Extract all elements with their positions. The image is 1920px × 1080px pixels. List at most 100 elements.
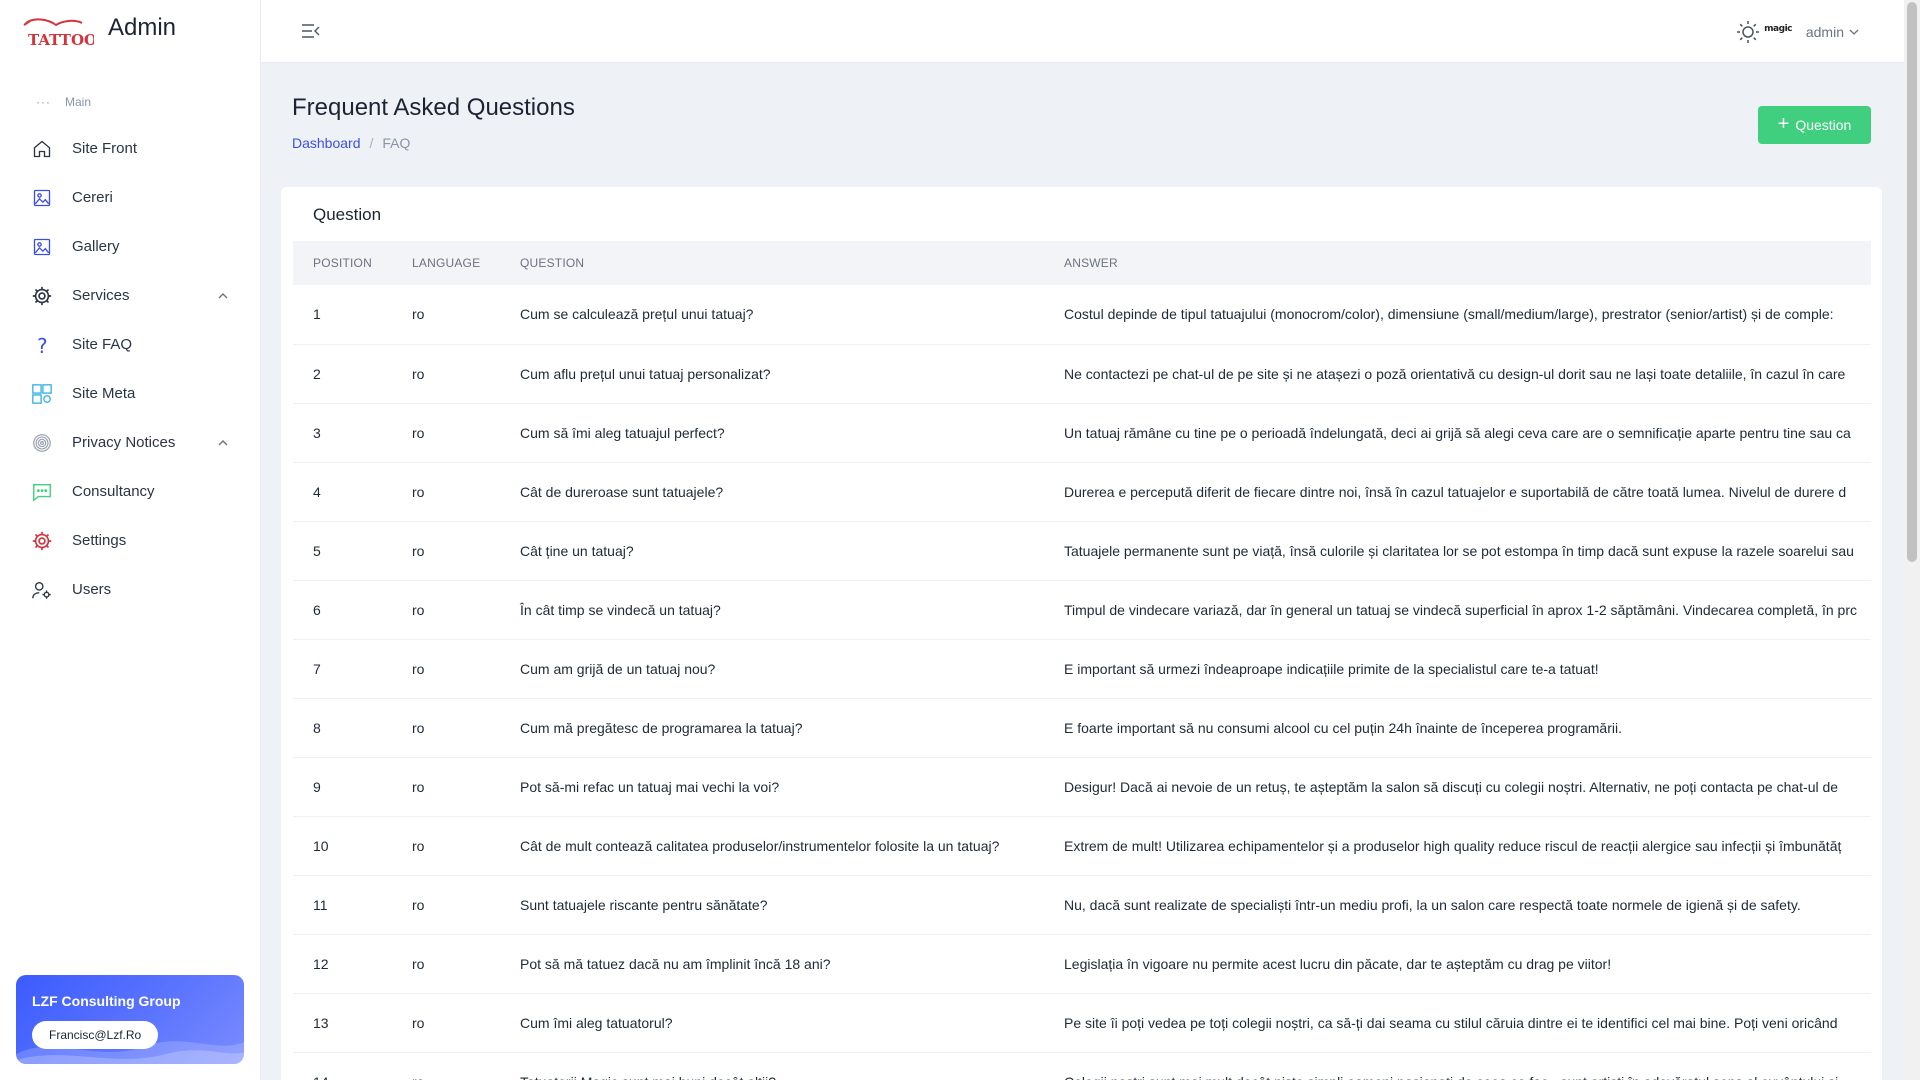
table-row[interactable]: 10 ro Cât de mult contează calitatea produ… — [293, 816, 1871, 876]
table-row[interactable]: 6 ro În cât timp se vindecă un tatuaj? Timp… — [293, 580, 1871, 640]
breadcrumb-link-dashboard[interactable]: Dashboard — [292, 135, 361, 151]
sidebar-item-settings[interactable]: Settings — [0, 516, 260, 565]
sidebar-item-label: Site Meta — [72, 385, 136, 402]
table-row[interactable]: 14roTatuatorii Magic sunt mai buni decât… — [293, 1052, 1871, 1080]
cell-position: 13 — [293, 993, 392, 1053]
cell-language: ro — [392, 580, 500, 640]
cell-answer: Extrem de mult! Utilizarea echipamentelo… — [1044, 816, 1871, 876]
add-question-label: Question — [1795, 117, 1852, 133]
sidebar-item-consultancy[interactable]: Consultancy — [0, 467, 260, 516]
cell-language: ro — [392, 462, 500, 522]
table-row[interactable]: 12 ro Pot să mă tatuez dacă nu am împlinit… — [293, 934, 1871, 994]
column-header-question[interactable]: Question — [500, 241, 1044, 285]
cell-position: 7 — [293, 639, 392, 699]
cell-question: Cât ține un tatuaj? — [500, 521, 1044, 581]
cell-position: 1 — [293, 285, 392, 345]
table-row[interactable]: 9 ro Pot să-mi refac un tatuaj mai vechi l… — [293, 757, 1871, 817]
column-header-position[interactable]: Position — [293, 241, 392, 285]
page-scrollbar[interactable] — [1904, 0, 1920, 1080]
cell-answer: E important să urmezi îndeaproape indica… — [1044, 639, 1871, 699]
table-row[interactable]: 8 ro Cum mă pregătesc de programarea la ta… — [293, 698, 1871, 758]
cell-question: Tatuatorii Magic sunt mai buni decât alț… — [500, 1052, 1044, 1080]
promo-email-button[interactable]: Francisc@Lzf.Ro — [32, 1021, 159, 1049]
cell-language: ro — [392, 698, 500, 758]
menu-section-title: ··· Main — [36, 95, 92, 109]
theme-toggle-button[interactable] — [1736, 20, 1760, 49]
user-settings-icon — [30, 578, 54, 602]
cell-answer: Nu, dacă sunt realizate de specialiști î… — [1044, 875, 1871, 935]
cell-position: 12 — [293, 934, 392, 994]
cell-position: 9 — [293, 757, 392, 817]
cell-answer: Un tatuaj rămâne cu tine pe o perioadă î… — [1044, 403, 1871, 463]
cell-language: ro — [392, 757, 500, 817]
sidebar-item-users[interactable]: Users — [0, 565, 260, 614]
sidebar-item-site-meta[interactable]: Site Meta — [0, 369, 260, 418]
cell-language: ro — [392, 344, 500, 404]
column-header-language[interactable]: Language — [392, 241, 500, 285]
question-icon: ? — [30, 333, 54, 357]
tattoo-logo: TATTOO — [22, 15, 97, 49]
brand[interactable]: TATTOO Admin — [0, 0, 260, 64]
cell-answer: Colegii noștri sunt mai mult decât niște… — [1044, 1052, 1871, 1080]
cell-answer: Tatuajele permanente sunt pe viață, însă… — [1044, 521, 1871, 581]
cell-position: 6 — [293, 580, 392, 640]
sidebar-item-privacy-notices[interactable]: Privacy Notices — [0, 418, 260, 467]
cell-language: ro — [392, 934, 500, 994]
cell-position: 3 — [293, 403, 392, 463]
cell-position: 2 — [293, 344, 392, 404]
cell-position: 10 — [293, 816, 392, 876]
chat-icon — [30, 480, 54, 504]
table-row[interactable]: 4 ro Cât de dureroase sunt tatuajele? Durer… — [293, 462, 1871, 522]
sidebar-item-cereri[interactable]: Cereri — [0, 173, 260, 222]
breadcrumb-current: FAQ — [382, 135, 411, 151]
cell-position: 11 — [293, 875, 392, 935]
sidebar-item-site-front[interactable]: Site Front — [0, 124, 260, 173]
cell-language: ro — [392, 1052, 500, 1080]
home-icon — [30, 137, 54, 161]
sidebar-item-label: Users — [72, 581, 112, 598]
image-icon — [30, 235, 54, 259]
chevron-up-icon — [218, 292, 228, 298]
cell-language: ro — [392, 816, 500, 876]
menu-collapse-icon — [302, 24, 320, 38]
sidebar-item-gallery[interactable]: Gallery — [0, 222, 260, 271]
sidebar-item-services[interactable]: Services — [0, 271, 260, 320]
fingerprint-icon — [30, 431, 54, 455]
table-header-row: Position Language Question Answer — [293, 241, 1871, 285]
sun-icon — [1737, 21, 1759, 43]
faq-table-wrapper: Position Language Question Answer 1 ro Cum… — [293, 241, 1871, 1080]
cell-question: Cât de dureroase sunt tatuajele? — [500, 462, 1044, 522]
table-row[interactable]: 11 ro Sunt tatuajele riscante pentru sănăt… — [293, 875, 1871, 935]
cell-answer: Legislația în vigoare nu permite acest l… — [1044, 934, 1871, 994]
table-row[interactable]: 13 ro Cum îmi aleg tatuatorul? Pe site îi p… — [293, 993, 1871, 1053]
table-row[interactable]: 7 ro Cum am grijă de un tatuaj nou? E impor… — [293, 639, 1871, 699]
cog-icon — [30, 529, 54, 553]
faq-card: Question Position Language Question Answ… — [281, 187, 1882, 1080]
table-row[interactable]: 1 ro Cum se calculează prețul unui tatuaj?… — [293, 285, 1871, 345]
sidebar-item-label: Privacy Notices — [72, 434, 176, 451]
sidebar-item-site-faq[interactable]: ? Site FAQ — [0, 320, 260, 369]
gear-icon — [30, 284, 54, 308]
sidebar-item-label: Cereri — [72, 189, 113, 206]
grid-image-icon — [30, 382, 54, 406]
avatar[interactable]: magic — [1764, 24, 1792, 34]
table-row[interactable]: 2 ro Cum aflu prețul unui tatuaj personali… — [293, 344, 1871, 404]
cell-question: Cum aflu prețul unui tatuaj personalizat… — [500, 344, 1044, 404]
cell-answer: Durerea e percepută diferit de fiecare d… — [1044, 462, 1871, 522]
user-menu[interactable]: admin — [1806, 24, 1860, 40]
sidebar-item-label: Settings — [72, 532, 127, 549]
username: admin — [1805, 24, 1844, 40]
column-header-answer[interactable]: Answer — [1044, 241, 1871, 285]
card-title: Question — [313, 205, 382, 224]
cell-question: Cum am grijă de un tatuaj nou? — [500, 639, 1044, 699]
sidebar: TATTOO Admin ··· Main Site Front Cereri … — [0, 0, 261, 1080]
cell-question: Pot să-mi refac un tatuaj mai vechi la v… — [500, 757, 1044, 817]
cell-language: ro — [392, 639, 500, 699]
promo-card: LZF Consulting Group Francisc@Lzf.Ro — [16, 975, 244, 1064]
sidebar-menu: Site Front Cereri Gallery Services ? Sit… — [0, 124, 260, 614]
add-question-button[interactable]: + Question — [1758, 106, 1871, 144]
table-row[interactable]: 5 ro Cât ține un tatuaj? Tatuajele permanen… — [293, 521, 1871, 581]
table-row[interactable]: 3 ro Cum să îmi aleg tatuajul perfect? Un t… — [293, 403, 1871, 463]
scrollbar-thumb[interactable] — [1907, 2, 1917, 562]
sidebar-toggle-button[interactable] — [301, 22, 321, 45]
